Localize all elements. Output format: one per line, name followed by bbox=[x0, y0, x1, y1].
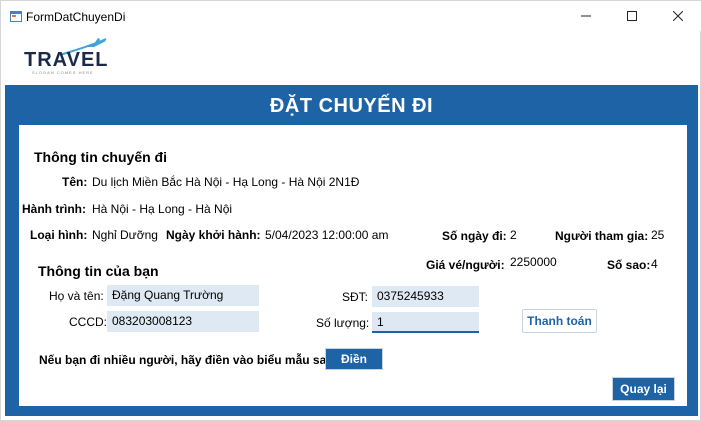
id-label: CCCD: bbox=[69, 315, 107, 329]
close-button[interactable] bbox=[655, 1, 701, 31]
price-label: Giá vé/người: bbox=[426, 258, 505, 272]
type-label: Loại hình: bbox=[30, 228, 88, 242]
fullname-label: Họ và tên: bbox=[49, 289, 104, 303]
window-title: FormDatChuyenDi bbox=[26, 10, 126, 24]
fill-button[interactable]: Điền bbox=[325, 348, 383, 370]
title-bar: FormDatChuyenDi bbox=[1, 1, 701, 31]
minimize-icon bbox=[581, 15, 591, 17]
trip-info-heading: Thông tin chuyến đi bbox=[34, 149, 167, 165]
phone-label: SĐT: bbox=[342, 290, 369, 304]
booking-panel: Thông tin chuyến đi Tên: Du lịch Miền Bắ… bbox=[19, 125, 687, 406]
back-button[interactable]: Quay lại bbox=[612, 377, 675, 401]
stars-value: 4 bbox=[651, 257, 658, 271]
fullname-input[interactable]: Đặng Quang Trường bbox=[107, 285, 259, 306]
quantity-label: Số lượng: bbox=[316, 316, 370, 330]
logo-slogan: SLOGAN COMES HERE bbox=[32, 70, 94, 75]
your-info-heading: Thông tin của bạn bbox=[38, 263, 159, 279]
phone-input[interactable]: 0375245933 bbox=[372, 286, 479, 307]
group-prompt: Nếu bạn đi nhiều người, hãy điền vào biể… bbox=[39, 353, 338, 367]
id-input[interactable]: 083203008123 bbox=[107, 311, 259, 332]
maximize-button[interactable] bbox=[609, 1, 655, 31]
app-icon bbox=[10, 11, 22, 22]
pay-button[interactable]: Thanh toán bbox=[522, 309, 597, 333]
route-label: Hành trình: bbox=[22, 202, 86, 216]
days-value: 2 bbox=[510, 228, 517, 242]
logo-text: TRAVEL bbox=[24, 49, 109, 71]
trip-name-value: Du lịch Miền Bắc Hà Nội - Hạ Long - Hà N… bbox=[92, 175, 360, 189]
price-value: 2250000 bbox=[510, 255, 557, 269]
trip-name-label: Tên: bbox=[62, 175, 88, 189]
minimize-button[interactable] bbox=[563, 1, 609, 31]
quantity-input[interactable]: 1 bbox=[372, 312, 479, 333]
participants-label: Người tham gia: bbox=[555, 229, 649, 243]
app-window: FormDatChuyenDi TRAVEL SLOGAN COMES HERE… bbox=[0, 0, 701, 421]
close-icon bbox=[673, 11, 683, 21]
departure-value: 5/04/2023 12:00:00 am bbox=[265, 228, 389, 242]
departure-label: Ngày khởi hành: bbox=[166, 228, 261, 242]
participants-value: 25 bbox=[651, 228, 665, 242]
travel-logo: TRAVEL SLOGAN COMES HERE bbox=[22, 37, 112, 77]
maximize-icon bbox=[627, 11, 637, 21]
booking-banner: ĐẶT CHUYẾN ĐI Thông tin chuyến đi Tên: D… bbox=[5, 85, 698, 416]
route-value: Hà Nội - Hạ Long - Hà Nội bbox=[92, 202, 233, 216]
days-label: Số ngày đi: bbox=[442, 229, 507, 243]
stars-label: Số sao: bbox=[607, 258, 651, 272]
type-value: Nghỉ Dưỡng bbox=[92, 228, 158, 242]
page-title: ĐẶT CHUYẾN ĐI bbox=[269, 95, 434, 117]
